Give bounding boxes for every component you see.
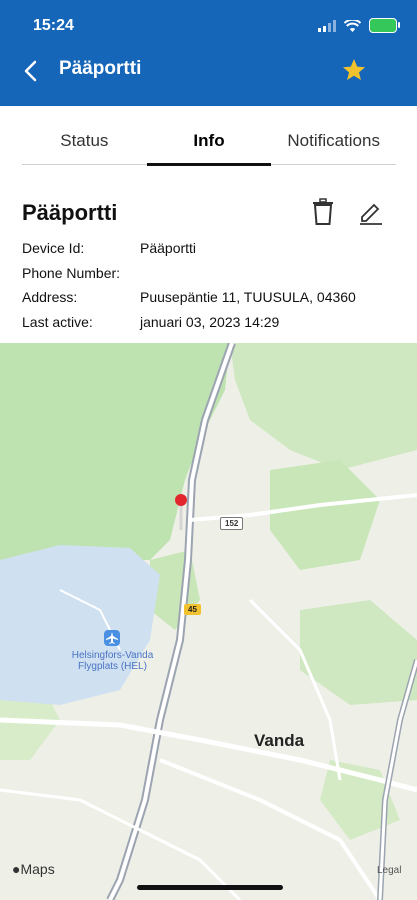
road-45-badge: 45 [184,604,201,615]
signal-icon [318,19,336,32]
airport-label: Helsingfors-Vanda Flygplats (HEL) [71,650,154,672]
battery-icon [369,18,400,33]
map-canvas [0,343,417,900]
info-value: Puusepäntie 11, TUUSULA, 04360 [140,289,356,305]
tab-info[interactable]: Info [146,106,272,166]
status-icons [318,18,400,33]
road-152-badge: 152 [220,517,244,530]
app-header: 15:24 Pääportti [0,0,417,106]
map-legal-link[interactable]: Legal [377,865,401,876]
delete-button[interactable] [310,198,336,226]
location-pin-icon[interactable] [175,494,187,506]
info-value: januari 03, 2023 14:29 [140,313,280,330]
device-title: Pääportti [22,200,118,225]
status-bar: 15:24 [0,0,417,46]
wifi-icon [344,19,361,32]
info-label: Phone Number: [22,264,121,281]
back-button[interactable] [18,56,48,86]
tab-notifications[interactable]: Notifications [271,106,396,164]
info-label: Last active: [22,313,93,330]
status-time: 15:24 [33,17,74,34]
tab-bar: Status Info Notifications [22,106,396,166]
maps-brand-label: Maps [20,861,55,877]
favorite-star-button[interactable] [339,55,369,85]
info-label: Address: [22,289,78,305]
maps-brand: ●Maps [12,861,55,877]
city-label: Vanda [254,731,305,750]
info-label: Device Id: [22,240,85,256]
edit-button[interactable] [357,198,385,226]
home-indicator [137,885,283,890]
device-location-map[interactable]: 152 45 [0,343,417,900]
airport-icon [104,630,120,646]
page-title: Pääportti [59,58,142,79]
nav-bar: Pääportti [0,46,417,106]
info-value: Pääportti [140,240,197,256]
tab-status[interactable]: Status [22,106,147,164]
